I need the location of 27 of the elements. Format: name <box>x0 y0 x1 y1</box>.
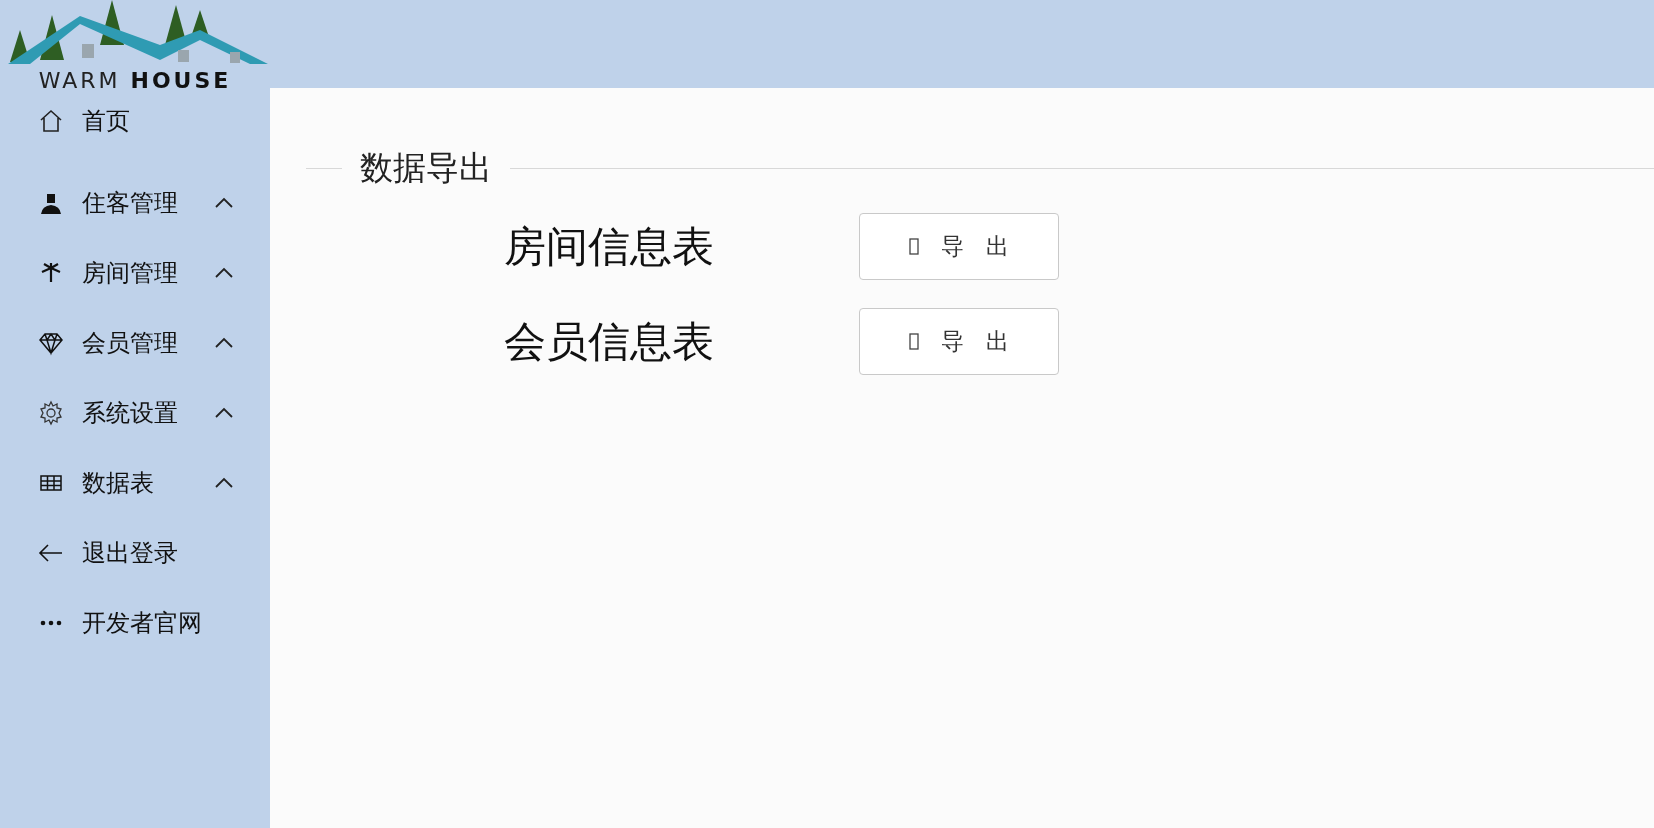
table-name: 房间信息表 <box>504 222 715 272</box>
menu-item[interactable]: 开发者官网 <box>0 588 270 658</box>
missing-glyph-icon <box>909 333 919 350</box>
chevron-up-icon <box>214 477 234 489</box>
chevron-up-icon <box>214 337 234 349</box>
menu-item[interactable]: 系统设置 <box>0 378 270 448</box>
diamond-icon <box>38 330 64 356</box>
table-icon <box>39 473 63 493</box>
chevron-up-icon <box>214 267 234 279</box>
menu-item[interactable]: 住客管理 <box>0 168 270 238</box>
export-button[interactable]: 导出 <box>859 213 1059 280</box>
menu-item[interactable]: 退出登录 <box>0 518 270 588</box>
chevron-up-icon <box>214 197 234 209</box>
menu-item[interactable]: 首页 <box>0 98 270 144</box>
missing-glyph-icon <box>909 238 919 255</box>
menu-item[interactable]: 会员管理 <box>0 308 270 378</box>
gear-icon <box>38 400 64 426</box>
dots-icon <box>39 620 63 626</box>
section-title: 数据导出 <box>360 147 492 189</box>
export-button[interactable]: 导出 <box>859 308 1059 375</box>
menu-item[interactable]: 数据表 <box>0 448 270 518</box>
arrow-left-icon <box>38 543 64 563</box>
menu-item[interactable]: 房间管理 <box>0 238 270 308</box>
logo-text: WARM HOUSE <box>38 70 232 92</box>
home-icon <box>38 108 64 134</box>
chevron-up-icon <box>214 407 234 419</box>
table-name: 会员信息表 <box>504 317 715 367</box>
